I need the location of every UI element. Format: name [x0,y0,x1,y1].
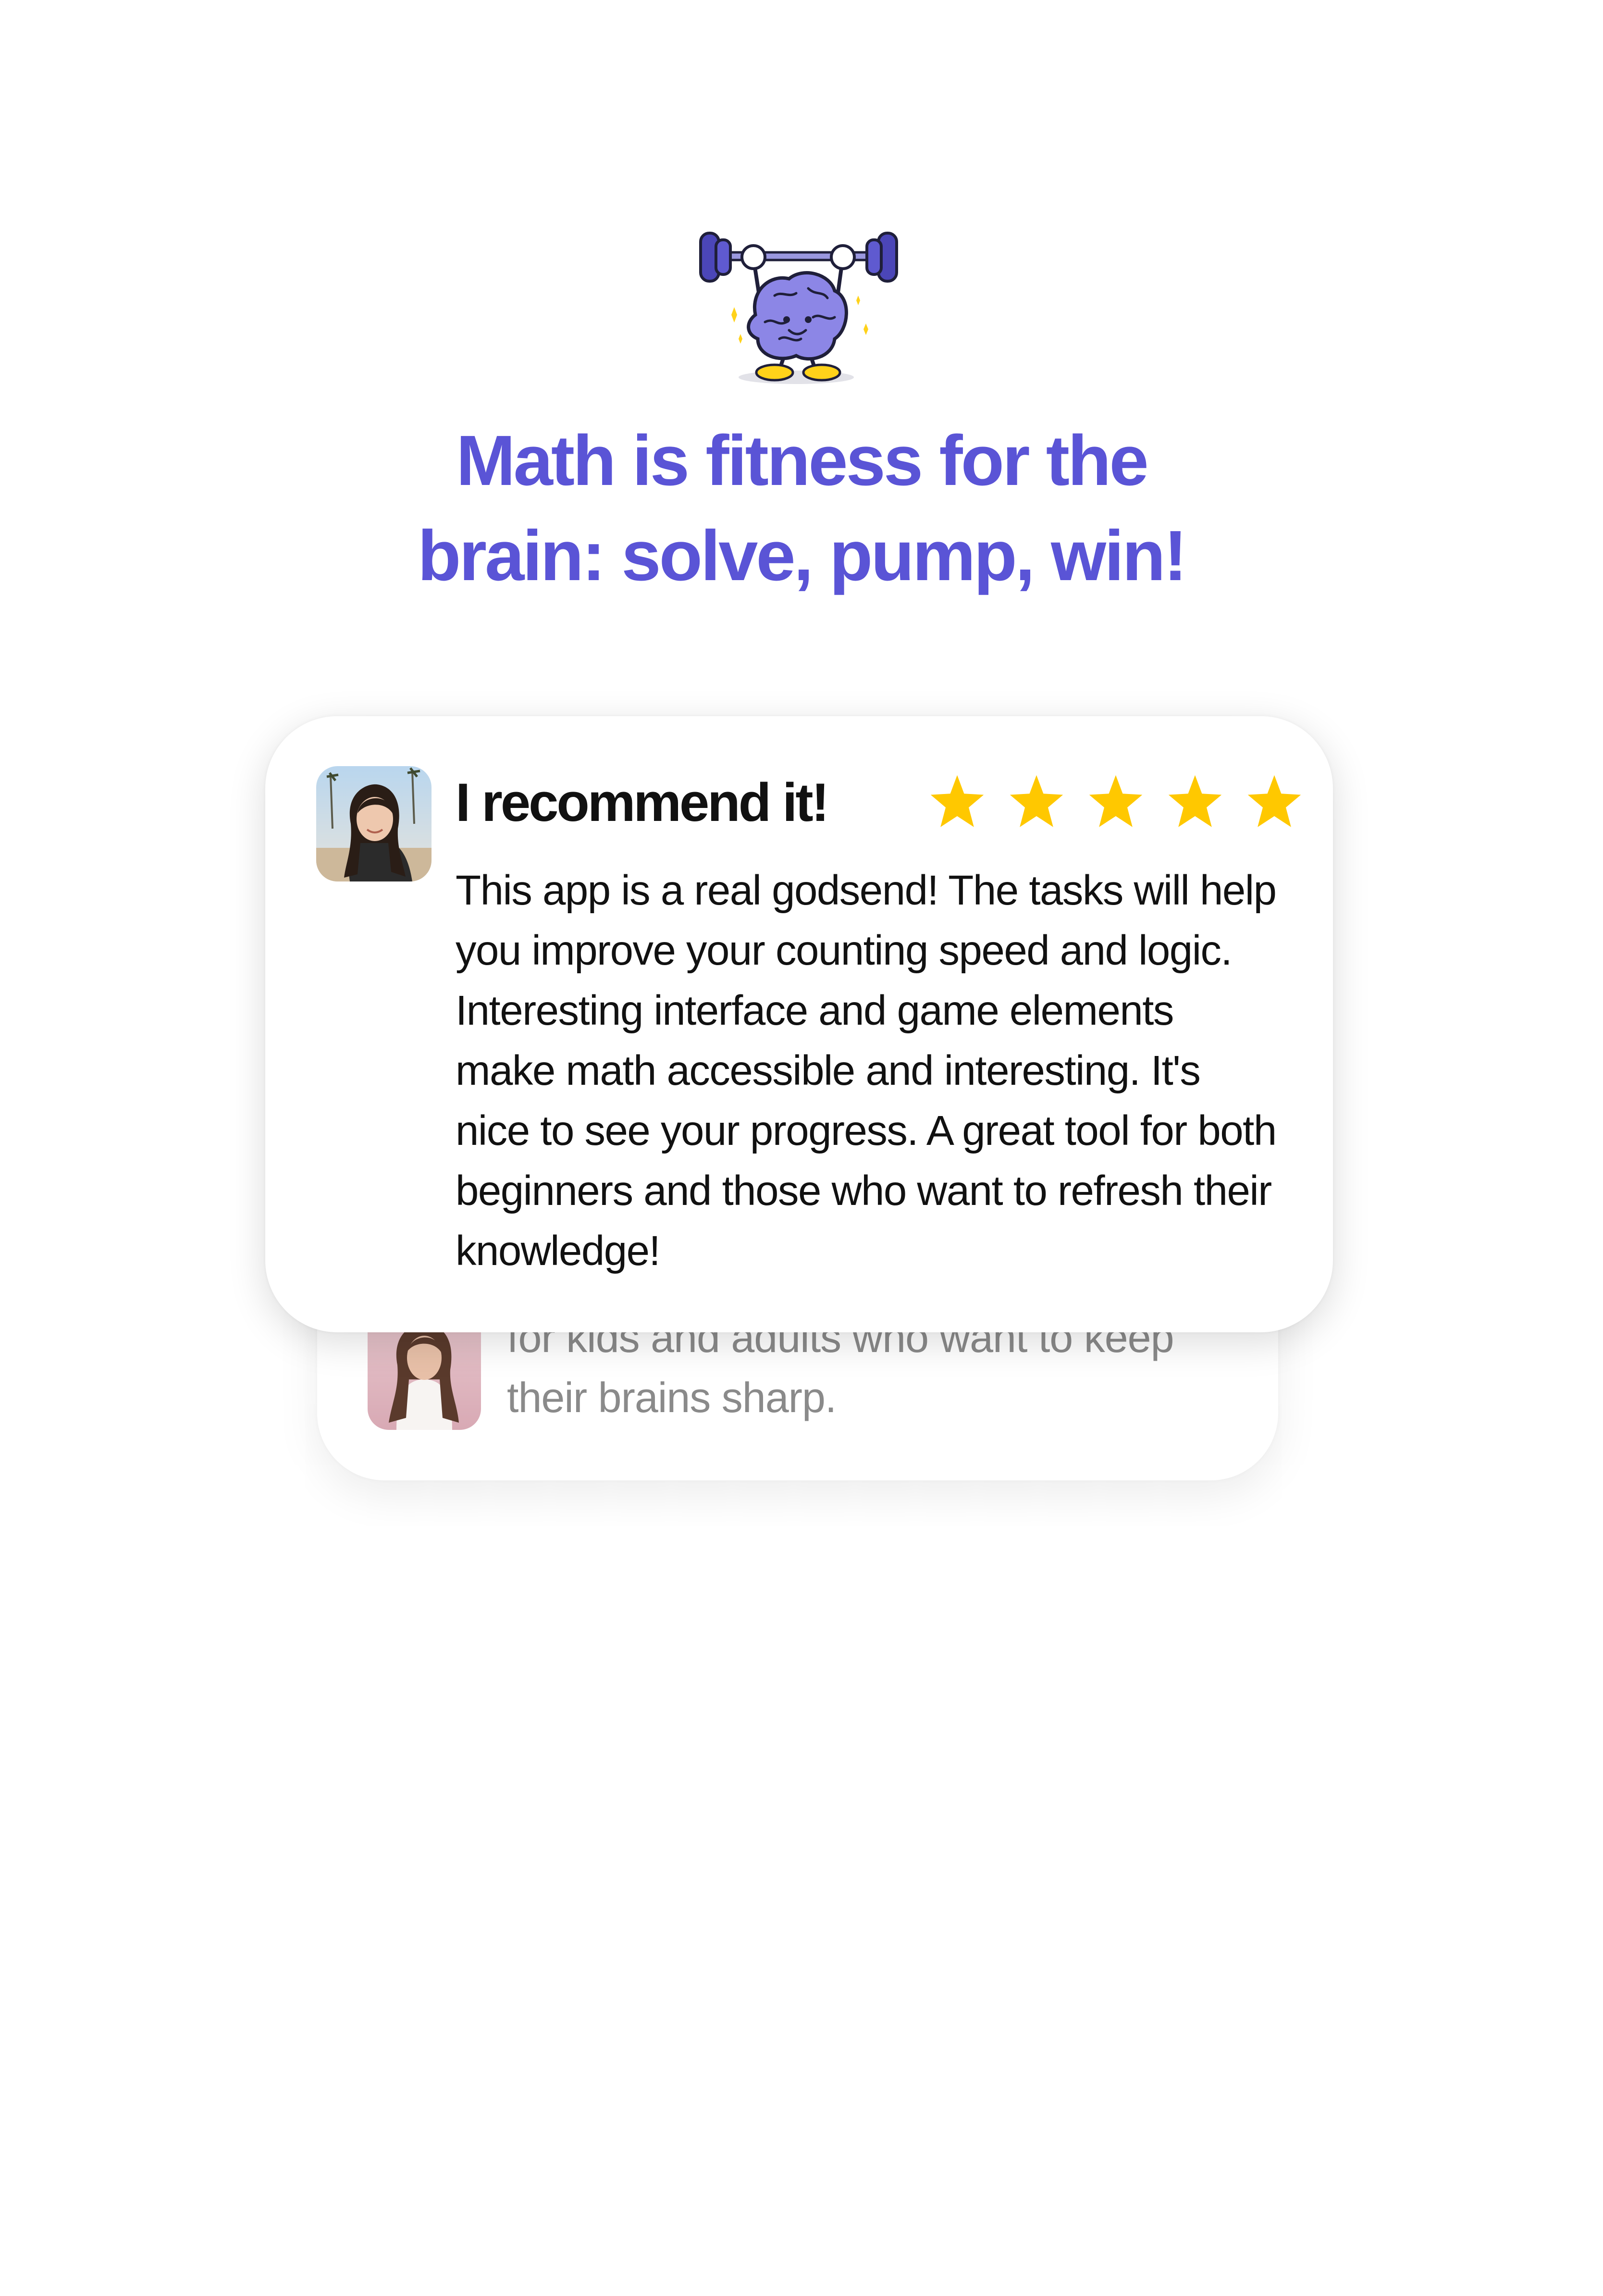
review-body-line: you improve your counting speed and logi… [456,927,1233,974]
review-body-line: make math accessible and interesting. It… [456,1047,1201,1094]
star-icon [930,775,984,827]
review-body-line: beginners and those who want to refresh … [456,1167,1272,1214]
review-body-line: nice to see your progress. A great tool … [456,1107,1277,1154]
review-title: I recommend it! [456,772,829,832]
review-card[interactable]: I recommend it! This app is a real godse… [265,716,1333,1332]
review-body-line: their brains sharp. [507,1374,837,1421]
star-icon [1010,775,1063,827]
headline-line-2: brain: solve, pump, win! [418,516,1187,596]
review-body-line: This app is a real godsend! The tasks wi… [456,867,1277,914]
star-icon [1089,775,1143,827]
review-body-line: knowledge! [456,1228,661,1274]
headline-line-1: Math is fitness for the [456,421,1149,500]
star-rating [928,773,1303,831]
review-body-line: Interesting interface and game elements [456,987,1174,1034]
star-icon [1168,775,1222,827]
headline: Math is fitness for the brain: solve, pu… [0,413,1603,604]
reviewer-avatar [316,766,432,881]
brain-mascot-icon [698,219,900,392]
star-icon [1247,775,1301,827]
review-body: This app is a real godsend! The tasks wi… [456,860,1301,1281]
